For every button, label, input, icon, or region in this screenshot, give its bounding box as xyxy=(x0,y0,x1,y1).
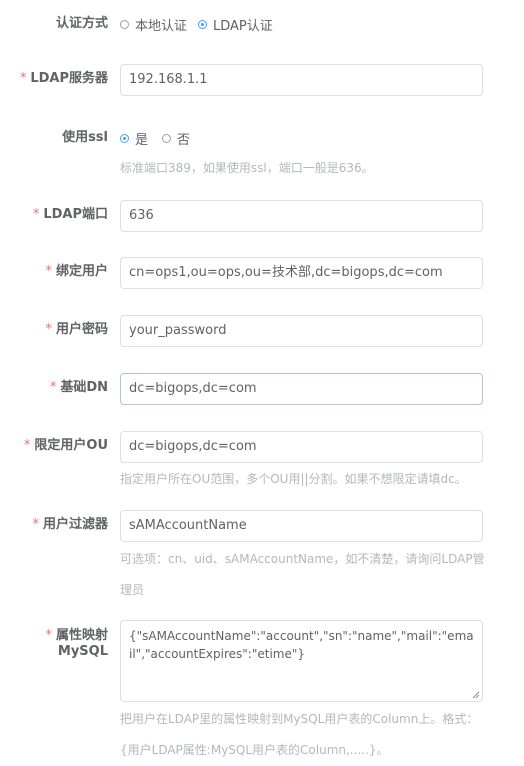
resize-handle-icon[interactable] xyxy=(472,691,480,699)
radio-ssl-no-label: 否 xyxy=(177,133,191,148)
base-dn-row: * 基础DN dc=bigops,dc=com xyxy=(0,373,524,405)
user-filter-hint-line1: 可选项：cn、uid、sAMAccountName，如不清楚，请询问LDAP管 xyxy=(120,552,485,566)
radio-ldap-auth[interactable]: LDAP认证 xyxy=(198,15,273,34)
radio-ssl-yes[interactable]: 是 xyxy=(120,129,148,148)
required-asterisk: * xyxy=(45,322,52,337)
radio-local-auth-label: 本地认证 xyxy=(135,19,188,34)
user-ou-hint: 指定用户所在OU范围，多个OU用||分割。如果不想限定请填dc。 xyxy=(120,472,467,486)
password-label: * 用户密码 xyxy=(45,322,108,337)
use-ssl-label: 使用ssl xyxy=(62,130,108,145)
user-filter-hint-line2: 理员 xyxy=(120,583,145,597)
auth-method-label: 认证方式 xyxy=(55,16,108,31)
ldap-port-label: * LDAP端口 xyxy=(32,207,108,222)
password-row: * 用户密码 your_password xyxy=(0,315,524,347)
ldap-server-row: * LDAP服务器 192.168.1.1 xyxy=(0,64,524,96)
radio-local-auth[interactable]: 本地认证 xyxy=(120,15,187,34)
ldap-port-input[interactable]: 636 xyxy=(120,200,483,232)
bind-user-input[interactable]: cn=ops1,ou=ops,ou=技术部,dc=bigops,dc=com xyxy=(120,257,483,289)
attr-map-label: * 属性映射 MySQL xyxy=(45,628,108,659)
password-input[interactable]: your_password xyxy=(120,315,483,347)
auth-method-row: 认证方式 本地认证 LDAP认证 xyxy=(0,15,524,35)
attr-map-textarea[interactable]: {"sAMAccountName":"account","sn":"name",… xyxy=(120,620,483,702)
radio-checked-icon xyxy=(198,20,207,29)
user-ou-label: * 限定用户OU xyxy=(23,438,108,453)
user-ou-input[interactable]: dc=bigops,dc=com xyxy=(120,431,483,463)
user-filter-input[interactable]: sAMAccountName xyxy=(120,510,483,542)
required-asterisk: * xyxy=(45,628,52,643)
radio-ssl-no[interactable]: 否 xyxy=(162,129,190,148)
bind-user-label: * 绑定用户 xyxy=(45,264,108,279)
ldap-server-input[interactable]: 192.168.1.1 xyxy=(120,64,483,96)
radio-ssl-yes-label: 是 xyxy=(135,133,149,148)
radio-checked-icon xyxy=(120,134,129,143)
ssl-hint: 标准端口389，如果使用ssl，端口一般是636。 xyxy=(120,161,374,175)
bind-user-row: * 绑定用户 cn=ops1,ou=ops,ou=技术部,dc=bigops,dc… xyxy=(0,257,524,289)
ldap-settings-form: 认证方式 本地认证 LDAP认证 * LDAP服务器 192.168.1.1 使用… xyxy=(0,0,524,766)
attr-map-row: * 属性映射 MySQL {"sAMAccountName":"account",… xyxy=(0,620,524,766)
required-asterisk: * xyxy=(32,517,39,532)
ldap-server-label: * LDAP服务器 xyxy=(19,71,108,86)
attr-map-value: {"sAMAccountName":"account","sn":"name",… xyxy=(129,629,474,661)
user-ou-row: * 限定用户OU dc=bigops,dc=com 指定用户所在OU范围，多个OU… xyxy=(0,431,524,491)
attr-map-hint-line2: {用户LDAP属性:MySQL用户表的Column,.....}。 xyxy=(120,743,389,757)
required-asterisk: * xyxy=(49,380,57,395)
ldap-port-row: * LDAP端口 636 xyxy=(0,200,524,232)
user-filter-row: * 用户过滤器 sAMAccountName 可选项：cn、uid、sAMAcco… xyxy=(0,510,524,605)
use-ssl-row: 使用ssl 是 否 标准端口389，如果使用ssl，端口一般是636。 xyxy=(0,129,524,179)
base-dn-label: * 基础DN xyxy=(49,380,108,395)
required-asterisk: * xyxy=(23,438,31,453)
radio-unchecked-icon xyxy=(120,20,129,29)
required-asterisk: * xyxy=(32,207,40,222)
attr-map-hint-line1: 把用户在LDAP里的属性映射到MySQL用户表的Column上。格式： xyxy=(120,712,479,726)
radio-unchecked-icon xyxy=(162,134,171,143)
required-asterisk: * xyxy=(19,71,27,86)
required-asterisk: * xyxy=(45,264,52,279)
user-filter-label: * 用户过滤器 xyxy=(32,517,108,532)
base-dn-input[interactable]: dc=bigops,dc=com xyxy=(120,373,483,405)
radio-ldap-auth-label: LDAP认证 xyxy=(213,19,273,34)
